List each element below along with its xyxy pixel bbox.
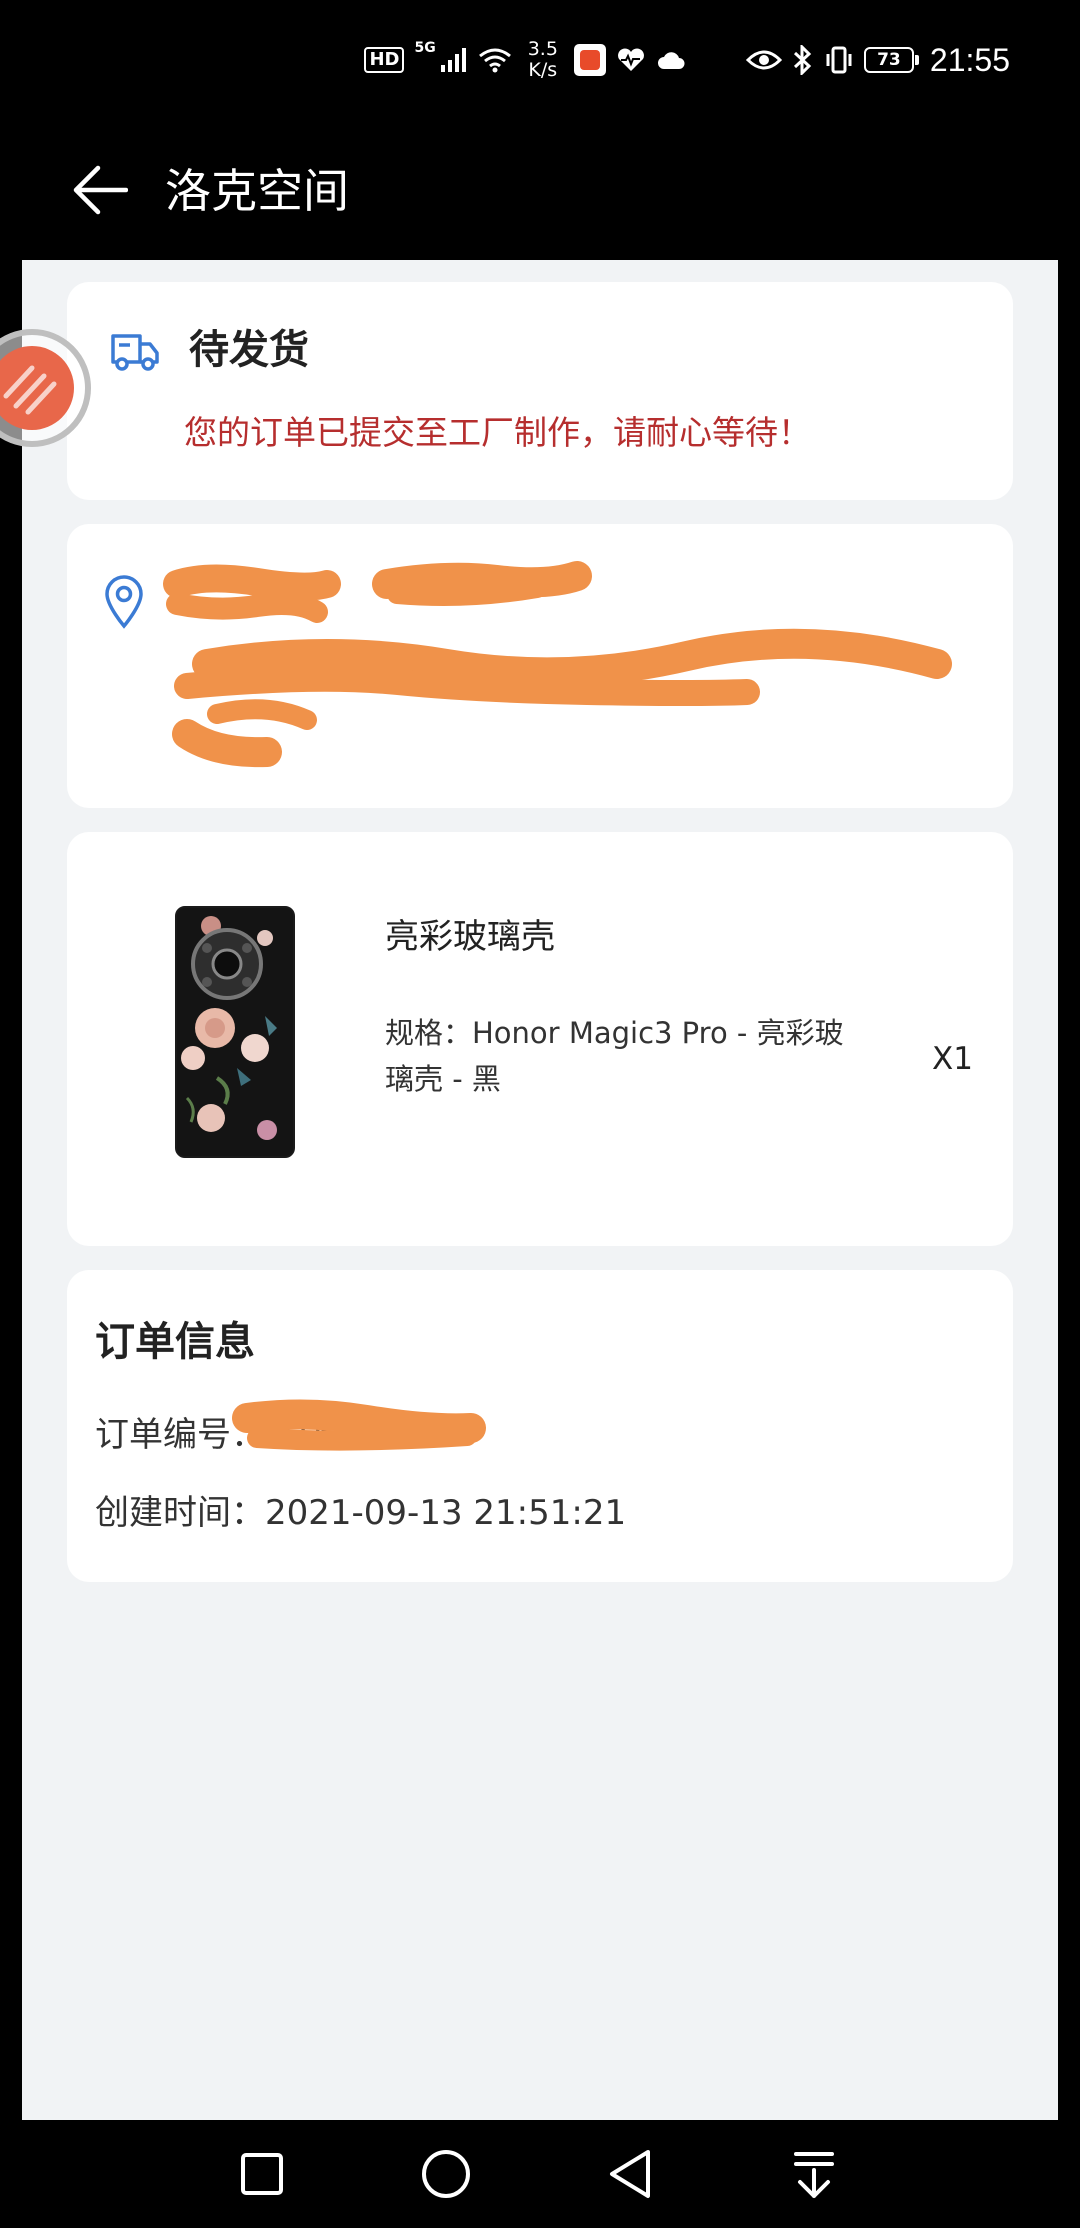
product-name: 亮彩玻璃壳 (385, 917, 555, 957)
network-speed: 3.5 K/s (528, 39, 558, 81)
status-bar: HD 5G 3.5 K/s 73 21:55 (0, 0, 1080, 120)
screen: HD 5G 3.5 K/s 73 21:55 洛克空间 待发货 您的订单已提交至… (0, 0, 1080, 2228)
system-navigation-bar (0, 2120, 1080, 2228)
floating-assistant-button[interactable] (0, 322, 96, 454)
signal-icon (440, 48, 466, 72)
triangle-back-icon (610, 2150, 650, 2198)
product-spec: 规格：Honor Magic3 Pro - 亮彩玻璃壳 - 黑 (385, 1016, 844, 1096)
recents-button[interactable] (226, 2138, 298, 2210)
back-arrow-icon (73, 165, 128, 215)
order-detail-content: 待发货 您的订单已提交至工厂制作，请耐心等待！ 亮彩玻璃壳 规格：Honor M… (22, 260, 1058, 2120)
hd-icon: HD (364, 47, 405, 73)
app-notification-icon (573, 44, 606, 76)
back-nav-button[interactable] (594, 2138, 666, 2210)
vibrate-icon (826, 46, 852, 74)
back-button[interactable] (60, 150, 140, 230)
created-time-row: 创建时间：2021-09-13 21:51:21 (95, 1488, 626, 1538)
order-status-title: 待发货 (189, 327, 309, 373)
square-icon (241, 2153, 283, 2195)
assistant-bubble-icon (0, 329, 91, 447)
product-card[interactable]: 亮彩玻璃壳 规格：Honor Magic3 Pro - 亮彩玻璃壳 - 黑 X1 (67, 832, 1013, 1246)
wifi-icon (478, 48, 511, 73)
created-time-value: 2021-09-13 21:51:21 (265, 1493, 627, 1533)
network-type: 5G (414, 40, 436, 56)
eye-icon (745, 50, 782, 70)
truck-icon (111, 334, 159, 371)
notification-drawer-button[interactable] (778, 2138, 850, 2210)
created-time-label: 创建时间： (95, 1493, 265, 1533)
battery-icon: 73 (863, 47, 919, 73)
app-bar: 洛克空间 (0, 120, 1080, 260)
pull-down-icon (794, 2152, 834, 2198)
redacted-address-scribble (163, 561, 952, 768)
status-icons: HD 5G 3.5 K/s 73 21:55 (364, 30, 1010, 90)
floral-case-image (177, 908, 293, 1156)
speed-value: 3.5 (527, 38, 558, 60)
cloud-icon (657, 52, 685, 69)
health-icon (617, 48, 644, 71)
shipping-address-card[interactable] (67, 524, 1013, 808)
product-quantity: X1 (932, 1041, 973, 1077)
circle-icon (422, 2150, 470, 2198)
order-status-description: 您的订单已提交至工厂制作，请耐心等待！ (184, 413, 811, 452)
order-info-card: 订单信息 订单编号：O16 创建时间：2021-09-13 21:51:21 (67, 1270, 1013, 1582)
speed-unit: K/s (528, 59, 558, 81)
clock: 21:55 (929, 41, 1010, 78)
bluetooth-icon (793, 45, 812, 75)
product-image (175, 906, 295, 1158)
order-status-card: 待发货 您的订单已提交至工厂制作，请耐心等待！ (67, 282, 1013, 500)
page-title: 洛克空间 (165, 164, 349, 218)
home-button[interactable] (410, 2138, 482, 2210)
